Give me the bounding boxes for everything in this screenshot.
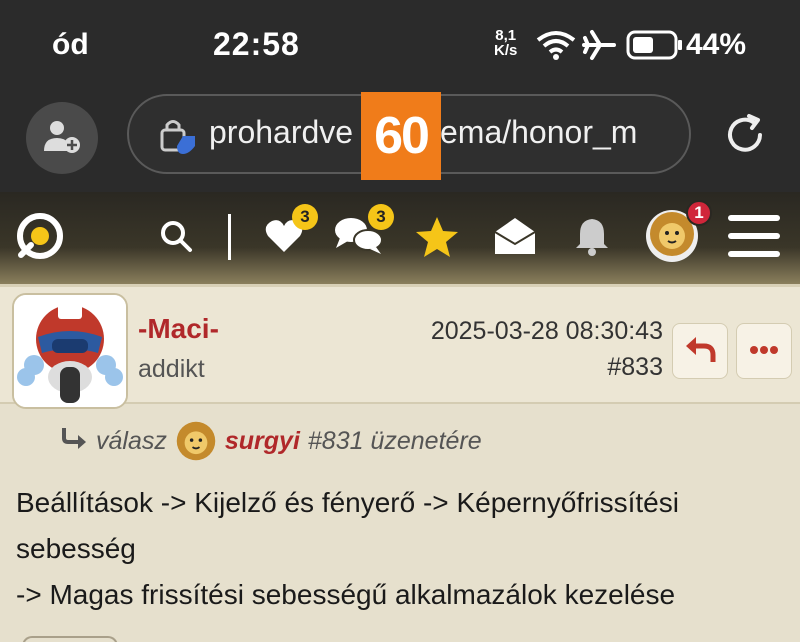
shield-lock-icon: [159, 116, 197, 161]
site-header: 3 3 1: [0, 192, 800, 284]
url-bar[interactable]: prohardve tema/honor_m 60: [127, 92, 691, 180]
hamburger-menu-icon: [726, 213, 782, 264]
reply-prefix: válasz: [96, 426, 167, 455]
post-number[interactable]: #833: [607, 353, 663, 382]
reload-icon: [720, 114, 770, 164]
more-options-button[interactable]: [736, 323, 792, 379]
post-date: 2025-03-28 08:30:43: [430, 317, 663, 345]
reply-username[interactable]: surgyi: [225, 427, 300, 456]
favorites-button[interactable]: [414, 216, 460, 262]
profile-badge: 1: [686, 200, 712, 226]
search-button[interactable]: [156, 218, 196, 258]
next-button-edge: [22, 636, 118, 642]
private-messages-button[interactable]: [492, 216, 538, 260]
site-logo-icon: [15, 211, 65, 266]
reply-indent-arrow-icon: [60, 426, 90, 457]
reply-user-avatar: [175, 420, 217, 462]
likes-button[interactable]: 3: [262, 204, 318, 260]
profile-avatar-button[interactable]: 1: [646, 200, 712, 262]
motorcycle-avatar-image: [14, 295, 126, 407]
site-logo[interactable]: [14, 212, 66, 264]
user-rank: addikt: [138, 355, 205, 383]
status-time: 22:58: [213, 26, 300, 62]
post-body: Beállítások -> Kijelző és fényerő -> Kép…: [16, 480, 786, 618]
user-avatar[interactable]: [12, 293, 128, 409]
reply-button[interactable]: [672, 323, 728, 379]
bell-icon: [574, 216, 610, 261]
browser-toolbar: prohardve tema/honor_m 60: [0, 90, 800, 192]
post-body-line: Beállítások -> Kijelző és fényerő -> Kép…: [16, 487, 679, 518]
network-speed-value: 8,1: [495, 27, 517, 44]
post-header: -Maci- addikt 2025-03-28 08:30:43 #833: [0, 284, 800, 409]
reply-post-ref[interactable]: #831 üzenetére: [308, 427, 482, 456]
header-divider: [228, 214, 231, 260]
network-speed-unit: K/s: [494, 42, 518, 59]
star-icon: [414, 215, 460, 264]
wifi-icon: [536, 30, 576, 65]
post-username[interactable]: -Maci-: [138, 313, 219, 345]
battery-percent: 44%: [686, 28, 747, 61]
status-left-text: ód: [52, 28, 89, 61]
reply-arrow-icon: [684, 335, 716, 368]
profile-button[interactable]: [26, 102, 98, 174]
battery-icon: [626, 30, 684, 65]
status-bar: ód 22:58 8,1 K/s 44%: [0, 0, 800, 90]
post-body-line: -> Magas frissítési sebességű alkalmazál…: [16, 579, 676, 610]
reply-reference: válasz surgyi #831 üzenetére: [60, 420, 482, 462]
likes-badge: 3: [292, 204, 318, 230]
network-speed: 8,1 K/s: [494, 28, 517, 58]
more-dots-icon: [749, 342, 779, 360]
url-prefix: prohardve: [209, 114, 354, 150]
messages-button[interactable]: 3: [334, 204, 394, 260]
reload-button[interactable]: [720, 110, 770, 160]
airplane-icon: [582, 28, 616, 67]
url-suffix: tema/honor_m: [431, 114, 638, 150]
notifications-button[interactable]: [572, 216, 612, 260]
main-menu-button[interactable]: [724, 212, 784, 264]
post-body-line: sebesség: [16, 533, 136, 564]
forum-post: -Maci- addikt 2025-03-28 08:30:43 #833 v…: [0, 284, 800, 642]
search-icon: [159, 219, 193, 258]
mail-icon: [493, 216, 537, 261]
messages-badge: 3: [368, 204, 394, 230]
profile-add-icon: [43, 119, 81, 158]
fps-overlay: 60: [361, 92, 441, 180]
